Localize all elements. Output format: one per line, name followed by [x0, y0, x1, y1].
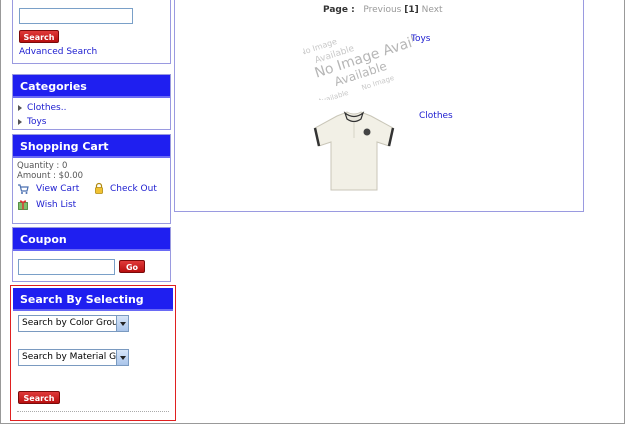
advanced-search-link[interactable]: Advanced Search [19, 47, 97, 57]
next-link[interactable]: Next [422, 5, 443, 15]
coupon-input[interactable] [18, 259, 115, 275]
coupon-title: Coupon [13, 228, 170, 251]
product-link-clothes[interactable]: Clothes [419, 111, 453, 121]
view-cart-link[interactable]: View Cart [36, 184, 79, 194]
caret-right-icon [18, 118, 22, 125]
category-item-toys[interactable]: Toys [18, 117, 47, 127]
chevron-down-icon [116, 316, 128, 331]
product-listing: Page : Previous [1] Next No Image Availa… [174, 0, 584, 212]
material-group-select[interactable]: Search by Material Gr [18, 349, 129, 366]
svg-text:Available: Available [317, 89, 350, 100]
lock-icon [95, 182, 103, 194]
check-out-link[interactable]: Check Out [110, 184, 157, 194]
cart-icon [18, 184, 29, 194]
quick-search-panel: Search Advanced Search [12, 0, 171, 64]
color-group-select-value: Search by Color Grou [22, 318, 118, 328]
product-link-toys[interactable]: Toys [411, 34, 431, 44]
wish-list-link[interactable]: Wish List [36, 200, 76, 210]
gift-icon [18, 200, 28, 210]
color-group-select[interactable]: Search by Color Grou [18, 315, 129, 332]
caret-right-icon [18, 104, 22, 111]
coupon-panel: Coupon Go [12, 227, 171, 282]
shopping-cart-panel: Shopping Cart Quantity : 0 Amount : $0.0… [12, 134, 171, 224]
shirt-image[interactable] [307, 110, 401, 194]
categories-panel: Categories Clothes.. Toys [12, 74, 171, 130]
category-label: Toys [27, 117, 47, 127]
previous-link[interactable]: Previous [363, 5, 401, 15]
search-by-selecting-title: Search By Selecting [13, 288, 173, 311]
search-button[interactable]: Search [19, 30, 59, 43]
chevron-down-icon [116, 350, 128, 365]
cart-amount: Amount : $0.00 [17, 171, 84, 181]
category-label: Clothes.. [27, 103, 67, 113]
page-label: Page : [323, 5, 355, 15]
cart-quantity: Quantity : 0 [17, 161, 68, 171]
pagination: Page : Previous [1] Next [323, 5, 443, 15]
divider [17, 411, 169, 412]
shopping-cart-title: Shopping Cart [13, 135, 170, 158]
categories-title: Categories [13, 75, 170, 98]
search-input[interactable] [19, 8, 133, 24]
search-selecting-button[interactable]: Search [18, 391, 60, 404]
material-group-select-value: Search by Material Gr [22, 352, 120, 362]
current-page: [1] [404, 5, 419, 15]
no-image-placeholder[interactable]: No Image Available No Image Available Av… [303, 20, 413, 100]
coupon-go-button[interactable]: Go [119, 260, 145, 273]
category-item-clothes[interactable]: Clothes.. [18, 103, 66, 113]
search-by-selecting-panel: Search By Selecting Search by Color Grou… [10, 285, 176, 421]
